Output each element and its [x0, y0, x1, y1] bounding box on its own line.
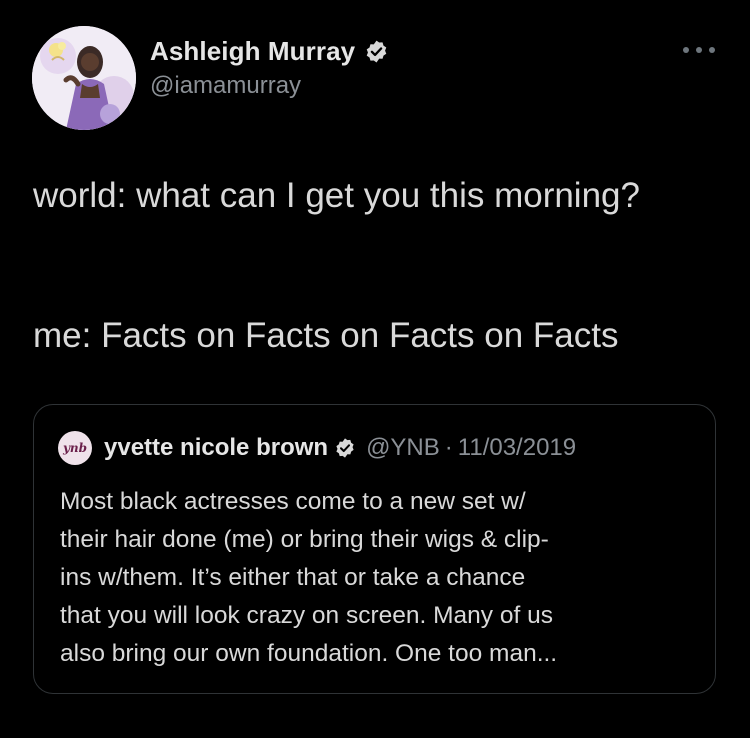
author-handle[interactable]: @iamamurray	[150, 72, 301, 100]
author-avatar[interactable]	[32, 26, 136, 130]
more-dot	[696, 47, 702, 53]
author-avatar-image	[32, 26, 136, 130]
quoted-body-line: ins w/them. It’s either that or take a c…	[60, 564, 526, 591]
verified-badge-icon	[334, 437, 356, 459]
more-dot	[709, 47, 715, 53]
tweet-text-line-2: me: Facts on Facts on Facts on Facts	[33, 316, 619, 355]
author-name-row[interactable]: Ashleigh Murray	[150, 35, 389, 67]
tweet-text-line-1: world: what can I get you this morning?	[33, 176, 640, 215]
more-dot	[683, 47, 689, 53]
quoted-body-line: Most black actresses come to a new set w…	[60, 488, 526, 515]
quoted-author-avatar: ynb	[58, 431, 92, 465]
quoted-tweet-header: ynb yvette nicole brown @YNB · 11/03/201…	[58, 431, 576, 465]
quoted-author-handle: @YNB	[366, 434, 440, 461]
author-name[interactable]: Ashleigh Murray	[150, 36, 355, 67]
more-options-icon[interactable]	[683, 44, 715, 56]
quoted-tweet[interactable]: ynb yvette nicole brown @YNB · 11/03/201…	[33, 404, 716, 694]
quoted-author-name: yvette nicole brown	[104, 434, 329, 461]
tweet-card: Ashleigh Murray @iamamurray world: what …	[0, 0, 750, 738]
quoted-tweet-body: Most black actresses come to a new set w…	[60, 483, 700, 673]
quoted-author-avatar-logo: ynb	[62, 441, 88, 455]
quoted-body-line: that you will look crazy on screen. Many…	[60, 602, 553, 629]
quoted-date: 11/03/2019	[457, 434, 577, 461]
quoted-separator: ·	[444, 434, 453, 461]
quoted-body-line: their hair done (me) or bring their wigs…	[60, 526, 549, 553]
verified-badge-icon	[364, 39, 389, 64]
quoted-body-line: also bring our own foundation. One too m…	[60, 640, 558, 667]
